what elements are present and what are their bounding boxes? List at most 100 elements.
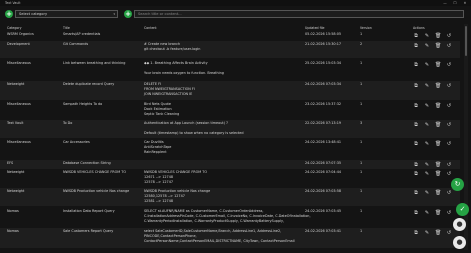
check-icon: ✓	[459, 205, 466, 213]
row-updated: 24-02-2026 07:03:41	[305, 229, 342, 233]
history-icon[interactable]: ↺	[446, 230, 452, 236]
add-entry-button[interactable]: +	[124, 10, 132, 18]
row-content: NWSDB VEHICLES CHANGE FROM TO 12671 --> …	[144, 170, 208, 184]
copy-icon[interactable]: ⧉	[413, 103, 419, 109]
copy-icon[interactable]: ⧉	[413, 190, 419, 196]
edit-icon[interactable]: ✎	[424, 103, 430, 109]
row-category: Development	[7, 42, 30, 46]
row-actions: ⧉ ✎ 🗑 ↺	[413, 171, 459, 177]
minimize-button[interactable]: —	[440, 0, 450, 6]
row-updated: 21-02-2026 15:30:17	[305, 42, 342, 46]
copy-icon[interactable]: ⧉	[413, 122, 419, 128]
row-actions: ⧉ ✎ 🗑 ↺	[413, 230, 459, 236]
row-updated: 24-02-2026 13:48:41	[305, 140, 342, 144]
row-title: Car Accessories	[63, 140, 90, 144]
table-row[interactable]: Development Git Commands # Create new bran…	[0, 41, 460, 58]
delete-icon[interactable]: 🗑	[435, 83, 441, 89]
edit-icon[interactable]: ✎	[424, 190, 430, 196]
search-input[interactable]: Search title or content...	[134, 10, 464, 18]
table-row[interactable]: Nomas Sale Customers Report Query select S…	[0, 228, 460, 248]
history-icon[interactable]: ↺	[446, 141, 452, 147]
table-row[interactable]: Netweight NWSDB VEHICLES CHANGE FROM TO NW…	[0, 169, 460, 187]
row-title: NWSDB Production vehicle Nos change	[63, 189, 130, 193]
close-window-button[interactable]: ✕	[460, 0, 470, 6]
history-icon[interactable]: ↺	[446, 190, 452, 196]
edit-icon[interactable]: ✎	[424, 83, 430, 89]
delete-icon[interactable]: 🗑	[435, 210, 441, 216]
row-content: Car Duvlitis AntiScratchTape RainRepplen…	[144, 140, 172, 154]
history-icon[interactable]: ↺	[446, 103, 452, 109]
copy-icon[interactable]: ⧉	[413, 230, 419, 236]
delete-icon[interactable]: 🗑	[435, 190, 441, 196]
row-updated: 25-02-2026 15:03:34	[305, 61, 342, 65]
add-category-button[interactable]: +	[5, 10, 13, 18]
edit-icon[interactable]: ✎	[424, 230, 430, 236]
copy-icon[interactable]: ⧉	[413, 83, 419, 89]
copy-icon[interactable]: ⧉	[413, 43, 419, 49]
delete-icon[interactable]: 🗑	[435, 33, 441, 39]
vertical-scrollbar[interactable]	[464, 24, 468, 250]
refresh-button[interactable]: ↻	[451, 178, 464, 191]
chevron-down-icon: ▾	[113, 12, 115, 16]
delete-icon[interactable]: 🗑	[435, 230, 441, 236]
row-content: DELETE FI FROM NWEIGTRANSACTION FI JOIN …	[144, 82, 195, 96]
maximize-button[interactable]: ☐	[450, 0, 460, 6]
row-content: select SaleCustomerID,SaleCustomerName,B…	[144, 229, 295, 243]
copy-icon[interactable]: ⧉	[413, 62, 419, 68]
scroll-top-button[interactable]: ●	[453, 236, 466, 249]
history-icon[interactable]: ↺	[446, 210, 452, 216]
table-row[interactable]: Miscellaneous Link between breathing and …	[0, 60, 460, 79]
category-select[interactable]: Select category ▾	[15, 10, 118, 18]
delete-icon[interactable]: 🗑	[435, 62, 441, 68]
table-row[interactable]: WSRM Organics Smarts/AP credentials 05-02-…	[0, 31, 460, 39]
table-row[interactable]: EFS Database Connection String 24-02-2026 …	[0, 160, 460, 169]
theme-toggle-button[interactable]: ●	[453, 218, 466, 231]
row-title: NWSDB VEHICLES CHANGE FROM TO	[63, 170, 127, 174]
title-bar: Text Vault — ☐ ✕	[0, 0, 471, 6]
history-icon[interactable]: ↺	[446, 62, 452, 68]
row-updated: 24-02-2026 07:04:44	[305, 170, 342, 174]
table-row[interactable]: Netweight Delete duplicate record Query DE…	[0, 81, 460, 100]
row-category: Miscellaneous	[7, 61, 31, 65]
copy-icon[interactable]: ⧉	[413, 162, 419, 168]
confirm-button[interactable]: ✓	[456, 203, 469, 216]
table-row[interactable]: Netweight NWSDB Production vehicle Nos ch…	[0, 188, 460, 206]
delete-icon[interactable]: 🗑	[435, 162, 441, 168]
edit-icon[interactable]: ✎	[424, 171, 430, 177]
history-icon[interactable]: ↺	[446, 162, 452, 168]
edit-icon[interactable]: ✎	[424, 141, 430, 147]
table-row[interactable]: Miscellaneous Car Accessories Car Duvlitis…	[0, 139, 460, 158]
history-icon[interactable]: ↺	[446, 43, 452, 49]
history-icon[interactable]: ↺	[446, 171, 452, 177]
table-row[interactable]: Nomas Installation Data Report Query SELEC…	[0, 208, 460, 227]
edit-icon[interactable]: ✎	[424, 62, 430, 68]
plus-icon: +	[125, 10, 131, 18]
row-actions: ⧉ ✎ 🗑 ↺	[413, 83, 459, 89]
copy-icon[interactable]: ⧉	[413, 141, 419, 147]
row-version: 1	[360, 189, 363, 193]
circle-icon: ●	[456, 238, 463, 246]
copy-icon[interactable]: ⧉	[413, 33, 419, 39]
delete-icon[interactable]: 🗑	[435, 43, 441, 49]
delete-icon[interactable]: 🗑	[435, 171, 441, 177]
edit-icon[interactable]: ✎	[424, 210, 430, 216]
history-icon[interactable]: ↺	[446, 83, 452, 89]
delete-icon[interactable]: 🗑	[435, 122, 441, 128]
scrollbar-thumb[interactable]	[465, 26, 467, 56]
edit-icon[interactable]: ✎	[424, 43, 430, 49]
history-icon[interactable]: ↺	[446, 33, 452, 39]
header-updated: Updated file	[305, 26, 325, 30]
delete-icon[interactable]: 🗑	[435, 103, 441, 109]
table-row[interactable]: Miscellaneous Sampath Heights To do Bird N…	[0, 101, 460, 119]
edit-icon[interactable]: ✎	[424, 33, 430, 39]
row-title: Database Connection String	[63, 161, 111, 165]
edit-icon[interactable]: ✎	[424, 162, 430, 168]
row-content: ◆◆ 1. Breathing Affects Brain Activity Y…	[144, 61, 224, 75]
table-row[interactable]: Text Vault To Do Authentication at App Lau…	[0, 120, 460, 138]
edit-icon[interactable]: ✎	[424, 122, 430, 128]
history-icon[interactable]: ↺	[446, 122, 452, 128]
delete-icon[interactable]: 🗑	[435, 141, 441, 147]
row-category: Netweight	[7, 82, 25, 86]
copy-icon[interactable]: ⧉	[413, 171, 419, 177]
copy-icon[interactable]: ⧉	[413, 210, 419, 216]
